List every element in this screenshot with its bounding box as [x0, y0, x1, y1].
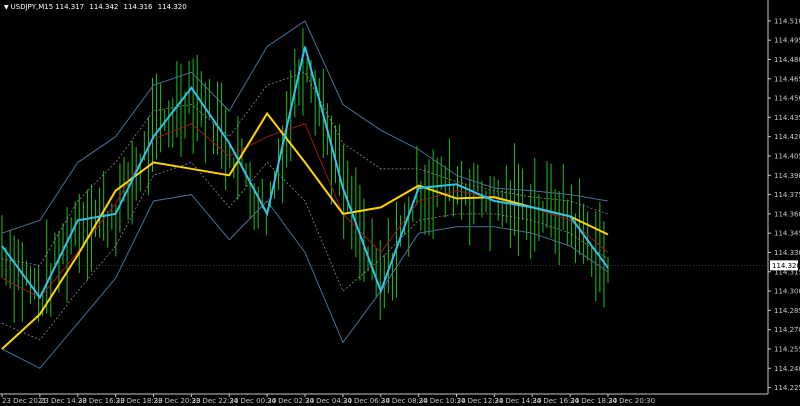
ohlc-values: 114.317 114.342 114.316 114.320 [55, 3, 190, 11]
close-value: 114.320 [157, 3, 187, 11]
y-tick-label: 114.375 [774, 191, 800, 199]
x-tick-label: 24 Dec 20:30 [608, 397, 655, 405]
y-tick-label: 114.465 [774, 75, 800, 83]
y-tick-label: 114.495 [774, 37, 800, 45]
chart-header: ▼ USDJPY,M15 114.317 114.342 114.316 114… [4, 3, 190, 11]
band-inner-upper-line [1, 71, 609, 266]
band-inner-lower-line [1, 161, 609, 341]
y-tick-label: 114.390 [774, 172, 800, 180]
ma-mid-line [1, 123, 609, 299]
y-tick-label: 114.510 [774, 17, 800, 25]
ma-fast-line [1, 46, 609, 300]
y-tick-label: 114.255 [774, 345, 800, 353]
y-tick-label: 114.405 [774, 152, 800, 160]
y-tick-label: 114.300 [774, 288, 800, 296]
open-value: 114.317 [55, 3, 85, 11]
ma-slow-line [1, 111, 609, 350]
price-chart[interactable]: 114.510 114.495 114.480 114.465 114.450 114.4… [0, 0, 800, 406]
y-tick-label: 114.240 [774, 365, 800, 373]
y-tick-label: 114.435 [774, 114, 800, 122]
y-tick-label: 114.270 [774, 326, 800, 334]
band-lower-line [1, 194, 609, 369]
y-tick-label: 114.450 [774, 95, 800, 103]
y-tick-label: 114.225 [774, 384, 800, 392]
high-value: 114.342 [89, 3, 119, 11]
y-tick-label: 114.345 [774, 230, 800, 238]
y-tick-label: 114.330 [774, 249, 800, 257]
current-price-label: 114.320 [772, 262, 800, 270]
y-tick-label: 114.480 [774, 56, 800, 64]
chart-window[interactable]: 114.510 114.495 114.480 114.465 114.450 114.4… [0, 0, 800, 406]
y-tick-label: 114.420 [774, 133, 800, 141]
y-tick-label: 114.285 [774, 307, 800, 315]
triangle-down-icon[interactable]: ▼ [4, 4, 9, 11]
low-value: 114.316 [123, 3, 153, 11]
y-tick-label: 114.360 [774, 210, 800, 218]
band-upper-line [1, 20, 609, 234]
symbol-label: USDJPY,M15 [10, 3, 54, 11]
